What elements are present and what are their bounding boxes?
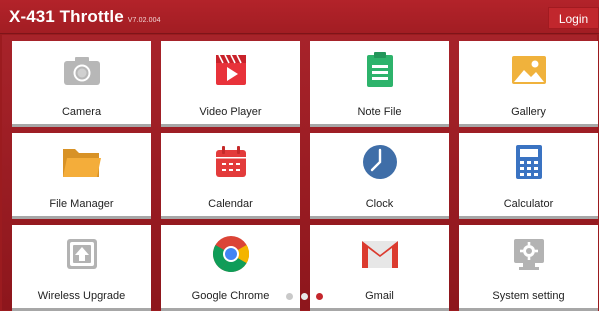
app-tile-note-file[interactable]: Note File [310, 41, 449, 127]
calendar-icon [161, 143, 300, 181]
page-dot[interactable] [286, 293, 293, 300]
app-tile-google-chrome[interactable]: Google Chrome [161, 225, 300, 311]
app-grid: Camera Video Player Note File Gallery Fi… [2, 35, 598, 311]
app-tile-clock[interactable]: Clock [310, 133, 449, 219]
app-label: Clock [365, 198, 394, 210]
app-tile-file-manager[interactable]: File Manager [12, 133, 151, 219]
app-tile-system-setting[interactable]: System setting [459, 225, 598, 311]
chrome-icon [161, 235, 300, 273]
upgrade-icon [12, 235, 151, 273]
app-version: V7.02.004 [127, 17, 161, 24]
app-tile-calendar[interactable]: Calendar [161, 133, 300, 219]
clock-icon [310, 143, 449, 181]
app-label: System setting [492, 290, 565, 302]
calculator-icon [459, 143, 598, 181]
gmail-icon [310, 235, 449, 273]
gallery-icon [459, 51, 598, 89]
app-title-text: X-431 Throttle [9, 7, 124, 26]
app-tile-video-player[interactable]: Video Player [161, 41, 300, 127]
app-label: Wireless Upgrade [37, 290, 126, 302]
app-label: Video Player [199, 106, 262, 118]
app-tile-calculator[interactable]: Calculator [459, 133, 598, 219]
app-label: Calculator [503, 198, 554, 210]
app-label: Gmail [365, 290, 394, 302]
app-tile-gmail[interactable]: Gmail [310, 225, 449, 311]
page-dot[interactable] [301, 293, 308, 300]
app-label: Note File [357, 106, 402, 118]
app-tile-wireless-upgrade[interactable]: Wireless Upgrade [12, 225, 151, 311]
app-label: File Manager [49, 198, 114, 210]
title-bar: X-431 Throttle V7.02.004 Login [0, 0, 599, 34]
app-label: Camera [61, 106, 102, 118]
page-dot-active[interactable] [316, 293, 323, 300]
app-label: Calendar [208, 198, 253, 210]
app-tile-gallery[interactable]: Gallery [459, 41, 598, 127]
folder-icon [12, 143, 151, 181]
app-tile-camera[interactable]: Camera [12, 41, 151, 127]
page-indicator [286, 293, 326, 301]
app-title: X-431 Throttle V7.02.004 [9, 7, 161, 27]
app-label: Google Chrome [191, 290, 270, 302]
note-file-icon [310, 51, 449, 89]
settings-icon [459, 235, 598, 273]
app-label: Gallery [511, 106, 546, 118]
video-player-icon [161, 51, 300, 89]
login-button[interactable]: Login [548, 7, 599, 29]
camera-icon [12, 51, 151, 89]
